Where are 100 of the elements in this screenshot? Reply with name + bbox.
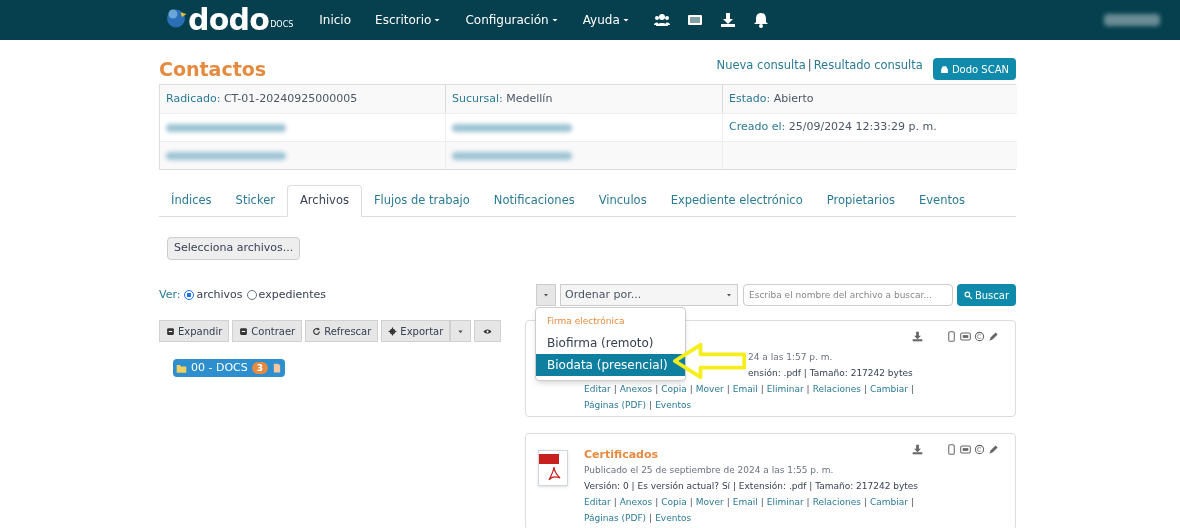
logo-subtext: DOCS [270,19,294,31]
table-icon[interactable] [686,12,703,28]
tab[interactable]: Eventos [907,185,978,217]
file-action-link[interactable]: Anexos [619,494,653,510]
toolbar-button[interactable]: Refrescar [305,320,379,342]
separator-text: | [911,496,915,509]
radio-button[interactable] [184,290,195,300]
view-button[interactable] [474,320,502,342]
dropdown-toggle[interactable] [536,284,556,306]
pdf-label-band [539,454,559,464]
folder-icon [176,362,187,374]
file-date: 24 a las 1:57 p. m. [748,351,833,364]
eye-icon [483,326,493,336]
separator-text: | [863,383,867,396]
separator-text: | [613,383,617,396]
file-action-link[interactable]: Relaciones [812,494,861,510]
file-action-link[interactable]: Eventos [655,510,692,526]
bell-icon[interactable] [752,12,769,28]
separator-text: | [613,496,617,509]
tab[interactable]: Sticker [223,185,287,217]
tab[interactable]: Notificaciones [481,185,587,217]
file-details: ensión: .pdf | Tamaño: 217242 bytes [748,367,913,380]
separator-text: | [807,57,812,75]
pencil-icon [988,444,999,455]
users-icon[interactable] [653,12,670,28]
card-icon [960,331,971,342]
file-action-link[interactable]: Relaciones [812,381,861,397]
tab[interactable]: Índices [159,185,224,217]
file-action-link[interactable]: Eventos [655,397,692,413]
folder-node[interactable]: 00 - DOCS 3 [173,359,286,377]
tab[interactable]: Archivos [286,185,362,217]
file-action-link[interactable]: Email [732,494,758,510]
file-action-link[interactable]: Email [732,381,758,397]
page-title: Contactos [159,56,267,82]
menu-item[interactable]: Biofirma (remoto) [536,331,685,354]
radio-button[interactable] [246,290,257,300]
file-action-link[interactable]: Editar [584,494,611,510]
radio-option[interactable]: archivos [184,286,243,304]
separator-text: | [806,496,810,509]
info-field: Creado el: 25/09/2024 12:33:29 p. m. [729,119,937,136]
separator-text: | [760,383,764,396]
caret-icon [433,16,442,24]
tab[interactable]: Vinculos [586,185,659,217]
toolbar-button[interactable]: Exportar [381,320,451,342]
tab[interactable]: Propietarios [814,185,908,217]
file-action-link[interactable]: Páginas (PDF) [584,397,647,413]
file-action-link[interactable]: Copia [661,494,687,510]
menu-item[interactable]: Biodata (presencial) [536,353,685,376]
file-action-link[interactable]: Mover [695,494,724,510]
nav-menu-item[interactable]: Inicio [319,11,352,29]
tab[interactable]: Flujos de trabajo [361,185,482,217]
file-action-link[interactable]: Páginas (PDF) [584,510,647,526]
separator-text: | [726,383,730,396]
separator-text: | [911,383,915,396]
file-icon [272,363,283,373]
gear-icon [388,326,398,336]
blurred-user-name [1104,14,1160,26]
file-action-link[interactable]: Mover [695,381,724,397]
separator-text: | [689,383,693,396]
scan-button[interactable]: Dodo SCAN [932,58,1016,80]
file-action-link[interactable]: Anexos [619,381,653,397]
file-action-link[interactable]: Cambiar [870,381,908,397]
file-action-link[interactable]: Copia [661,381,687,397]
file-action-link[interactable]: Eliminar [766,494,804,510]
sort-select[interactable]: Ordenar por... [560,284,738,306]
file-action-link[interactable]: Editar [584,381,611,397]
card-icon [960,444,971,455]
file-action-link[interactable]: Eliminar [766,381,804,397]
file-date: Publicado el 25 de septiembre de 2024 a las 1:55 p. m. [584,464,834,477]
file-action-link[interactable]: Cambiar [870,494,908,510]
search-field[interactable]: Escriba el nombre del archivo a buscar... [743,284,953,306]
toolbar-button[interactable]: Expandir [159,320,230,342]
separator-text: | [863,496,867,509]
tab[interactable]: Expediente electrónico [658,185,815,217]
square-icon [239,326,249,336]
separator-text: | [649,399,653,412]
caret-icon [725,291,733,299]
download-icon [912,444,923,455]
link[interactable]: Nueva consulta [716,57,806,75]
nav-menu-item[interactable]: Ayuda [582,11,630,29]
radio-option[interactable]: expedientes [246,286,326,304]
nav-menu-item[interactable]: Escritorio [375,11,442,29]
separator-text: | [760,496,764,509]
copyright-icon [974,331,985,342]
search-button[interactable]: Buscar [957,284,1016,306]
separator-text: | [655,496,659,509]
separator-text: | [689,496,693,509]
phone-icon [946,331,957,342]
dropdown-toggle[interactable] [450,320,472,342]
link[interactable]: Resultado consulta [813,57,923,75]
caret-icon [542,291,550,299]
download-icon[interactable] [719,12,736,28]
select-files-button[interactable]: Selecciona archivos... [167,237,301,260]
info-field: Estado: Abierto [729,90,814,108]
download-icon [912,331,923,342]
separator-text: | [655,383,659,396]
toolbar-button[interactable]: Contraer [232,320,303,342]
scanner-icon [939,64,949,74]
nav-menu-item[interactable]: Configuración [465,11,559,29]
copyright-icon [974,444,985,455]
